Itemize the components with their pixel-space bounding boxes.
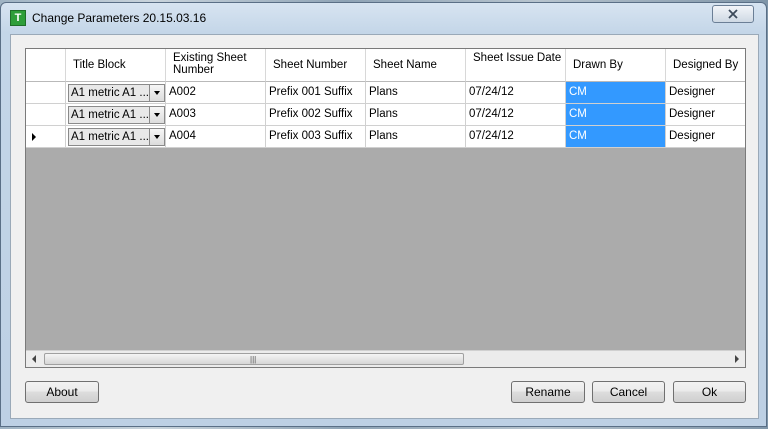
chevron-down-icon[interactable] <box>149 129 164 145</box>
existing-sheet-number-cell[interactable]: A002 <box>166 82 266 104</box>
chevron-down-icon[interactable] <box>149 85 164 101</box>
table-row[interactable]: A1 metric A1 ... A003 Prefix 002 Suffix … <box>26 104 745 126</box>
cancel-button[interactable]: Cancel <box>592 381 665 403</box>
column-drawn-by[interactable]: Drawn By <box>566 49 666 82</box>
change-parameters-dialog: T Change Parameters 20.15.03.16 Title Bl… <box>0 2 767 427</box>
title-bar[interactable]: T Change Parameters 20.15.03.16 <box>1 3 766 33</box>
title-block-value: A1 metric A1 ... <box>71 109 149 121</box>
title-block-cell[interactable]: A1 metric A1 ... <box>66 82 166 104</box>
parameters-grid[interactable]: Title Block Existing Sheet Number Sheet … <box>25 48 746 368</box>
scroll-left-icon[interactable] <box>26 351 43 367</box>
table-row[interactable]: A1 metric A1 ... A002 Prefix 001 Suffix … <box>26 82 745 104</box>
close-button[interactable] <box>712 5 754 23</box>
grid-header: Title Block Existing Sheet Number Sheet … <box>26 49 745 82</box>
scrollbar-thumb[interactable]: ||| <box>44 353 464 365</box>
window-title: Change Parameters 20.15.03.16 <box>32 11 207 25</box>
designed-by-cell[interactable]: Designer <box>666 104 745 126</box>
row-header[interactable] <box>26 104 66 126</box>
title-block-cell[interactable]: A1 metric A1 ... <box>66 104 166 126</box>
horizontal-scrollbar[interactable]: ||| <box>26 350 745 367</box>
row-header-corner <box>26 49 66 82</box>
title-block-cell[interactable]: A1 metric A1 ... <box>66 126 166 148</box>
title-block-value: A1 metric A1 ... <box>71 131 149 143</box>
column-sheet-name[interactable]: Sheet Name <box>366 49 466 82</box>
drawn-by-cell[interactable]: CM <box>566 104 666 126</box>
rename-button[interactable]: Rename <box>511 381 585 403</box>
sheet-issue-date-cell[interactable]: 07/24/12 <box>466 104 566 126</box>
row-header[interactable] <box>26 82 66 104</box>
column-designed-by[interactable]: Designed By <box>666 49 745 82</box>
title-block-dropdown[interactable]: A1 metric A1 ... <box>68 84 165 102</box>
column-title-block[interactable]: Title Block <box>66 49 166 82</box>
sheet-name-cell[interactable]: Plans <box>366 104 466 126</box>
chevron-down-icon[interactable] <box>149 107 164 123</box>
title-block-value: A1 metric A1 ... <box>71 87 149 99</box>
designed-by-cell[interactable]: Designer <box>666 126 745 148</box>
column-sheet-issue-date[interactable]: Sheet Issue Date <box>466 49 566 82</box>
app-icon: T <box>10 10 26 26</box>
title-block-dropdown[interactable]: A1 metric A1 ... <box>68 128 165 146</box>
close-icon <box>728 9 738 19</box>
column-sheet-number[interactable]: Sheet Number <box>266 49 366 82</box>
title-block-dropdown[interactable]: A1 metric A1 ... <box>68 106 165 124</box>
current-row-arrow-icon <box>32 133 36 141</box>
sheet-number-cell[interactable]: Prefix 001 Suffix <box>266 82 366 104</box>
table-row[interactable]: A1 metric A1 ... A004 Prefix 003 Suffix … <box>26 126 745 148</box>
designed-by-cell[interactable]: Designer <box>666 82 745 104</box>
existing-sheet-number-cell[interactable]: A004 <box>166 126 266 148</box>
sheet-issue-date-cell[interactable]: 07/24/12 <box>466 82 566 104</box>
grip-icon: ||| <box>250 355 257 364</box>
drawn-by-cell[interactable]: CM <box>566 82 666 104</box>
sheet-number-cell[interactable]: Prefix 002 Suffix <box>266 104 366 126</box>
sheet-name-cell[interactable]: Plans <box>366 82 466 104</box>
sheet-name-cell[interactable]: Plans <box>366 126 466 148</box>
column-existing-sheet-number[interactable]: Existing Sheet Number <box>166 49 266 82</box>
existing-sheet-number-cell[interactable]: A003 <box>166 104 266 126</box>
drawn-by-cell[interactable]: CM <box>566 126 666 148</box>
ok-button[interactable]: Ok <box>673 381 746 403</box>
sheet-number-cell[interactable]: Prefix 003 Suffix <box>266 126 366 148</box>
scroll-right-icon[interactable] <box>728 351 745 367</box>
sheet-issue-date-cell[interactable]: 07/24/12 <box>466 126 566 148</box>
dialog-client-area: Title Block Existing Sheet Number Sheet … <box>10 34 759 419</box>
about-button[interactable]: About <box>25 381 99 403</box>
row-header[interactable] <box>26 126 66 148</box>
